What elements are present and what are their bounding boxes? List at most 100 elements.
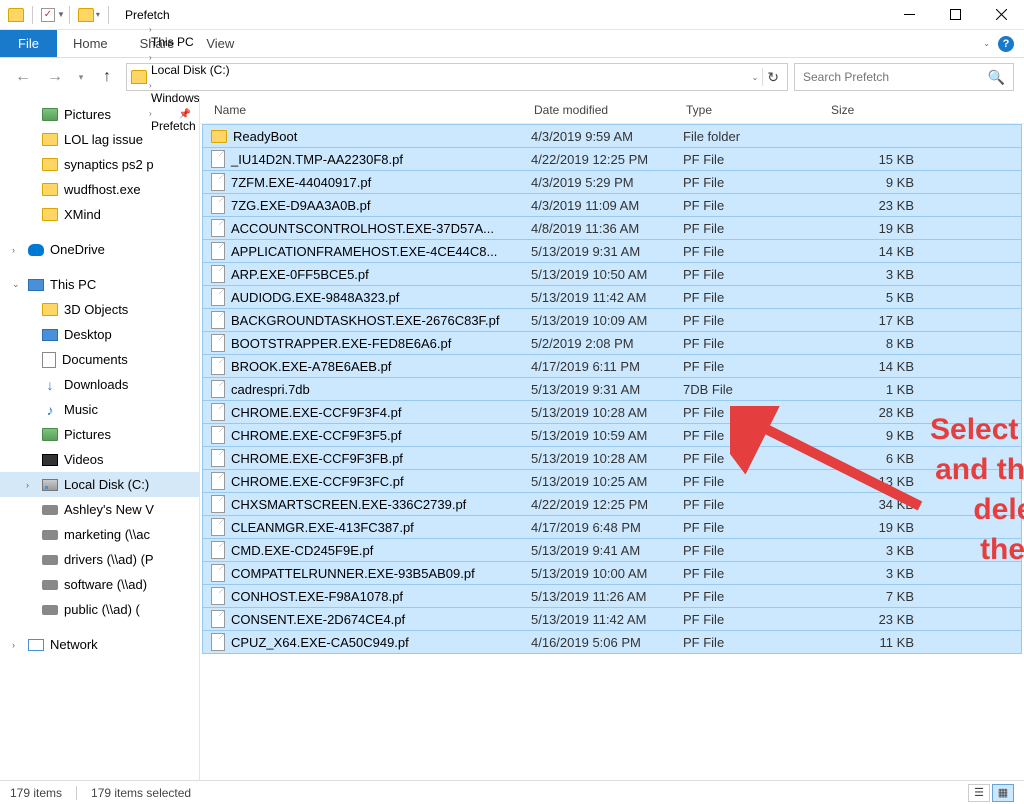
search-box[interactable]: 🔍 (794, 63, 1014, 91)
file-row[interactable]: ARP.EXE-0FF5BCE5.pf 5/13/2019 10:50 AM P… (202, 262, 1022, 286)
sidebar-item[interactable]: drivers (\\ad) (P (0, 547, 199, 572)
qat-dropdown-icon[interactable]: ▾ (96, 10, 100, 19)
minimize-button[interactable] (886, 0, 932, 30)
file-row[interactable]: CHXSMARTSCREEN.EXE-336C2739.pf 4/22/2019… (202, 492, 1022, 516)
file-type: PF File (683, 474, 828, 489)
file-row[interactable]: BOOTSTRAPPER.EXE-FED8E6A6.pf 5/2/2019 2:… (202, 331, 1022, 355)
file-row[interactable]: BACKGROUNDTASKHOST.EXE-2676C83F.pf 5/13/… (202, 308, 1022, 332)
file-row[interactable]: CHROME.EXE-CCF9F3F5.pf 5/13/2019 10:59 A… (202, 423, 1022, 447)
sidebar-item[interactable]: public (\\ad) ( (0, 597, 199, 622)
column-name[interactable]: Name (208, 103, 528, 117)
file-row[interactable]: CMD.EXE-CD245F9E.pf 5/13/2019 9:41 AM PF… (202, 538, 1022, 562)
properties-icon[interactable]: ✓ (41, 8, 55, 22)
sidebar-item[interactable]: Documents (0, 347, 199, 372)
back-button[interactable]: ← (10, 64, 36, 90)
file-row[interactable]: CHROME.EXE-CCF9F3F4.pf 5/13/2019 10:28 A… (202, 400, 1022, 424)
file-icon (211, 495, 225, 513)
file-row[interactable]: COMPATTELRUNNER.EXE-93B5AB09.pf 5/13/201… (202, 561, 1022, 585)
file-date: 4/8/2019 11:36 AM (531, 221, 683, 236)
sidebar-item[interactable]: Videos (0, 447, 199, 472)
sidebar-label: Desktop (64, 327, 112, 342)
file-name: ACCOUNTSCONTROLHOST.EXE-37D57A... (231, 221, 494, 236)
up-button[interactable]: ↑ (94, 64, 120, 90)
tab-home[interactable]: Home (57, 30, 124, 57)
file-size: 5 KB (828, 290, 918, 305)
drive-icon (42, 605, 58, 615)
column-type[interactable]: Type (680, 103, 825, 117)
maximize-button[interactable] (932, 0, 978, 30)
sidebar-item[interactable]: ♪ Music (0, 397, 199, 422)
file-row[interactable]: AUDIODG.EXE-9848A323.pf 5/13/2019 11:42 … (202, 285, 1022, 309)
file-row[interactable]: APPLICATIONFRAMEHOST.EXE-4CE44C8... 5/13… (202, 239, 1022, 263)
folder-icon[interactable] (8, 8, 24, 22)
sidebar-item[interactable]: XMind (0, 202, 199, 227)
column-size[interactable]: Size (825, 103, 935, 117)
breadcrumb-segment[interactable]: This PC (147, 35, 234, 49)
file-row[interactable]: CHROME.EXE-CCF9F3FB.pf 5/13/2019 10:28 A… (202, 446, 1022, 470)
file-row[interactable]: CLEANMGR.EXE-413FC387.pf 4/17/2019 6:48 … (202, 515, 1022, 539)
file-name: AUDIODG.EXE-9848A323.pf (231, 290, 399, 305)
chevron-right-icon[interactable]: › (147, 53, 154, 62)
file-size: 8 KB (828, 336, 918, 351)
icons-view-button[interactable]: ▦ (992, 784, 1014, 802)
address-dropdown-icon[interactable]: ⌄ (752, 73, 759, 82)
ribbon-collapse-icon[interactable]: ⌄ (983, 39, 990, 48)
file-type: PF File (683, 267, 828, 282)
folder-icon (42, 303, 58, 316)
sidebar-item[interactable]: marketing (\\ac (0, 522, 199, 547)
file-row[interactable]: BROOK.EXE-A78E6AEB.pf 4/17/2019 6:11 PM … (202, 354, 1022, 378)
file-row[interactable]: 7ZFM.EXE-44040917.pf 4/3/2019 5:29 PM PF… (202, 170, 1022, 194)
sidebar-item[interactable]: 3D Objects (0, 297, 199, 322)
file-row[interactable]: 7ZG.EXE-D9AA3A0B.pf 4/3/2019 11:09 AM PF… (202, 193, 1022, 217)
sidebar-item[interactable]: › Local Disk (C:) (0, 472, 199, 497)
file-row[interactable]: cadrespri.7db 5/13/2019 9:31 AM 7DB File… (202, 377, 1022, 401)
forward-button[interactable]: → (42, 64, 68, 90)
file-list[interactable]: ReadyBoot 4/3/2019 9:59 AM File folder _… (200, 124, 1024, 780)
sidebar-item[interactable]: ↓ Downloads (0, 372, 199, 397)
sidebar-item[interactable]: LOL lag issue (0, 127, 199, 152)
video-icon (42, 454, 58, 466)
sidebar-item-onedrive[interactable]: ›OneDrive (0, 237, 199, 262)
sidebar-item[interactable]: wudfhost.exe (0, 177, 199, 202)
search-icon[interactable]: 🔍 (988, 69, 1005, 86)
file-size: 1 KB (828, 382, 918, 397)
sidebar-item[interactable]: Pictures 📌 (0, 102, 199, 127)
drive-icon (42, 530, 58, 540)
sidebar-item[interactable]: synaptics ps2 p (0, 152, 199, 177)
file-row[interactable]: CHROME.EXE-CCF9F3FC.pf 5/13/2019 10:25 A… (202, 469, 1022, 493)
details-view-button[interactable]: ☰ (968, 784, 990, 802)
sidebar-item[interactable]: Desktop (0, 322, 199, 347)
refresh-icon[interactable]: ↻ (767, 69, 779, 86)
recent-locations-button[interactable]: ▾ (74, 64, 88, 90)
breadcrumb-segment[interactable]: Local Disk (C:) (147, 63, 234, 77)
sidebar-item[interactable]: software (\\ad) (0, 572, 199, 597)
sidebar-item-thispc[interactable]: ⌄This PC (0, 272, 199, 297)
file-date: 5/13/2019 11:26 AM (531, 589, 683, 604)
sidebar-item[interactable]: Pictures (0, 422, 199, 447)
chevron-right-icon[interactable]: › (147, 81, 154, 90)
file-row[interactable]: CONSENT.EXE-2D674CE4.pf 5/13/2019 11:42 … (202, 607, 1022, 631)
tab-file[interactable]: File (0, 30, 57, 57)
column-date[interactable]: Date modified (528, 103, 680, 117)
chevron-right-icon[interactable]: › (147, 25, 154, 34)
search-input[interactable] (803, 70, 988, 84)
file-row[interactable]: ACCOUNTSCONTROLHOST.EXE-37D57A... 4/8/20… (202, 216, 1022, 240)
file-date: 5/13/2019 10:28 AM (531, 405, 683, 420)
sidebar-item[interactable]: Ashley's New V (0, 497, 199, 522)
file-icon (211, 334, 225, 352)
sidebar-item-network[interactable]: ›Network (0, 632, 199, 657)
file-row[interactable]: CPUZ_X64.EXE-CA50C949.pf 4/16/2019 5:06 … (202, 630, 1022, 654)
address-bar[interactable]: › This PC› Local Disk (C:)› Windows› Pre… (126, 63, 788, 91)
desktop-icon (42, 329, 58, 341)
close-button[interactable] (978, 0, 1024, 30)
help-icon[interactable]: ? (998, 36, 1014, 52)
sidebar-label: OneDrive (50, 242, 105, 257)
file-row[interactable]: _IU14D2N.TMP-AA2230F8.pf 4/22/2019 12:25… (202, 147, 1022, 171)
file-name: CPUZ_X64.EXE-CA50C949.pf (231, 635, 409, 650)
navigation-pane[interactable]: Pictures 📌 LOL lag issue synaptics ps2 p… (0, 96, 200, 780)
chevron-down-icon[interactable]: ▼ (57, 10, 65, 19)
file-row[interactable]: CONHOST.EXE-F98A1078.pf 5/13/2019 11:26 … (202, 584, 1022, 608)
file-row[interactable]: ReadyBoot 4/3/2019 9:59 AM File folder (202, 124, 1022, 148)
disk-icon (42, 479, 58, 491)
column-headers[interactable]: Name Date modified Type Size (200, 96, 1024, 124)
